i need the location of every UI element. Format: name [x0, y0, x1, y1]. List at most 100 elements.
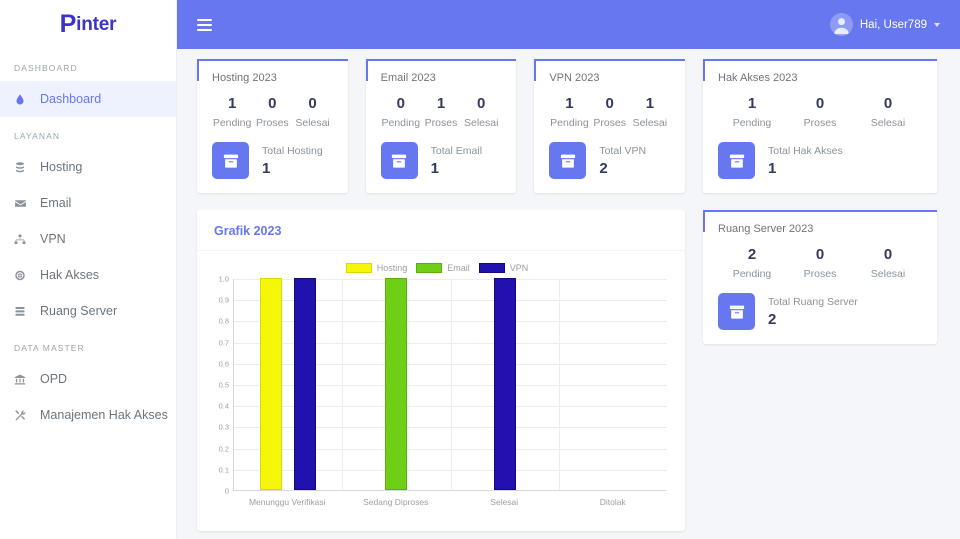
chart-plot [233, 278, 667, 491]
chart-category-group [559, 279, 667, 490]
archive-box-icon [718, 293, 755, 330]
stat-card-title: VPN 2023 [549, 72, 600, 84]
tools-icon [14, 409, 40, 422]
status-count-value: 1 [645, 95, 655, 112]
user-avatar-icon [829, 13, 853, 36]
status-cell: 1 Selesai [630, 94, 670, 129]
status-count-value: 0 [815, 95, 825, 112]
stat-card-title: Email 2023 [380, 72, 436, 84]
sidebar-item-hak-akses[interactable]: Hak Akses [0, 257, 176, 293]
dashboard-grid: Hosting 2023 1 Pending 0 Proses 0 Selesai Total… [197, 59, 940, 531]
total-text: Total Email 1 [431, 145, 482, 177]
sidebar-item-label: OPD [40, 372, 68, 386]
chart-category-group [451, 278, 559, 490]
stat-card-inner: VPN 2023 1 Pending 0 Proses 1 Selesai Total VPN… [534, 59, 685, 193]
sidebar: Pinter DASHBOARD Dashboard LAYANAN Hosting E… [0, 0, 177, 539]
chart-y-tick-label: 0.9 [218, 295, 229, 305]
sidebar-item-label: Hak Akses [40, 268, 100, 282]
status-cell: 1 Pending [718, 94, 786, 129]
status-count-value: 0 [477, 95, 486, 112]
chart-y-tick-label: 0.5 [218, 380, 229, 390]
total-label: Total Email [430, 144, 483, 157]
status-cell: 0 Proses [786, 245, 854, 280]
status-cell: 0 Proses [252, 94, 292, 129]
total-value: 2 [768, 310, 777, 328]
status-count-value: 0 [883, 246, 893, 263]
total-row: Total Email 1 [380, 142, 502, 179]
chart-legend-item[interactable]: Hosting [345, 263, 407, 273]
chart-bar[interactable] [493, 278, 516, 490]
server-icon [14, 305, 40, 318]
chart-y-tick-label: 0.7 [218, 338, 229, 348]
sidebar-item-hosting[interactable]: Hosting [0, 149, 176, 185]
status-counts: 1 Pending 0 Proses 0 Selesai [212, 94, 333, 129]
envelope-icon [14, 197, 40, 210]
chart-legend-item[interactable]: Email [416, 263, 470, 273]
status-count-label: Selesai [870, 117, 906, 129]
chart-bar[interactable] [260, 278, 283, 490]
stat-card-slot: Hosting 2023 1 Pending 0 Proses 0 Selesai Total… [197, 59, 348, 193]
status-counts: 0 Pending 1 Proses 0 Selesai [381, 94, 502, 129]
globe-badge-icon [14, 269, 40, 282]
sidebar-item-email[interactable]: Email [0, 185, 176, 221]
side-column: Hak Akses 2023 1 Pending 0 Proses 0 Selesai Tot… [703, 59, 937, 531]
stat-card-title: Ruang Server 2023 [718, 223, 814, 235]
total-row: Total Hosting 1 [212, 142, 333, 179]
archive-box-icon [549, 142, 587, 179]
chart-title: Grafik 2023 [214, 224, 282, 238]
status-cell: 0 Proses [590, 94, 630, 129]
status-count-label: Selesai [295, 117, 330, 129]
hamburger-bar [197, 23, 212, 26]
sidebar-section-heading: LAYANAN [14, 131, 61, 141]
status-count-label: Proses [255, 117, 289, 129]
chart-bar[interactable] [294, 278, 317, 490]
status-count-label: Proses [803, 117, 837, 129]
status-count-label: Pending [381, 117, 421, 129]
total-label: Total Hak Akses [768, 144, 843, 157]
status-cell: 0 Proses [786, 94, 854, 129]
hamburger-icon[interactable] [197, 18, 212, 31]
stat-card-slot: Email 2023 0 Pending 1 Proses 0 Selesai Total E… [365, 59, 517, 193]
status-count-label: Pending [732, 268, 772, 280]
chart-bar[interactable] [385, 278, 408, 490]
sitemap-icon [14, 233, 40, 246]
status-cell: 1 Pending [212, 94, 252, 129]
chart-plot-area: 1.0 0.9 0.8 0.7 0.6 0.5 0.4 0.3 0.2 0.1 0 [207, 275, 667, 496]
status-cell: 2 Pending [718, 245, 786, 280]
sidebar-item-dashboard[interactable]: Dashboard [0, 81, 176, 117]
sidebar-nav: DASHBOARD Dashboard LAYANAN Hosting Email VPN… [0, 49, 176, 433]
top-stat-cards: Hosting 2023 1 Pending 0 Proses 0 Selesai Total… [197, 59, 686, 193]
stat-card-inner: Email 2023 0 Pending 1 Proses 0 Selesai Total E… [366, 59, 517, 193]
status-cell: 0 Selesai [461, 94, 501, 129]
total-value: 1 [262, 159, 271, 177]
sidebar-item-manajemen-hak-akses[interactable]: Manajemen Hak Akses [0, 397, 176, 433]
chart-y-tick-label: 0.2 [218, 444, 229, 454]
chevron-down-icon[interactable] [934, 22, 940, 27]
chart-y-tick-label: 0.8 [218, 316, 229, 326]
sidebar-item-ruang-server[interactable]: Ruang Server [0, 293, 176, 329]
chart-x-tick-label: Selesai [490, 497, 519, 507]
stat-card: Email 2023 0 Pending 1 Proses 0 Selesai Total E… [365, 59, 517, 193]
sidebar-item-opd[interactable]: OPD [0, 361, 176, 397]
status-count-label: Pending [550, 117, 589, 129]
stat-card-inner: Hosting 2023 1 Pending 0 Proses 0 Selesai Total… [197, 59, 348, 193]
stat-card-title: Hak Akses 2023 [718, 72, 798, 84]
water-drop-icon [14, 93, 40, 106]
user-menu[interactable]: Hai, User789 [829, 13, 940, 36]
status-counts: 1 Pending 0 Proses 1 Selesai [549, 94, 670, 129]
user-greeting: Hai, User789 [859, 18, 927, 31]
chart-body: Hosting Email VPN 1.0 0.9 0.8 0.7 0.6 0.5 0.4 0.3… [197, 251, 685, 531]
hamburger-bar [197, 18, 212, 21]
chart-legend-item[interactable]: VPN [478, 263, 528, 273]
sidebar-item-label: Manajemen Hak Akses [40, 408, 168, 422]
total-value: 2 [599, 159, 608, 177]
brand-logo[interactable]: Pinter [0, 0, 176, 49]
brand-logo-text: Pinter [60, 11, 117, 36]
stat-card-slot: VPN 2023 1 Pending 0 Proses 1 Selesai Total VPN… [534, 59, 686, 193]
status-count-value: 1 [227, 95, 237, 112]
sidebar-item-vpn[interactable]: VPN [0, 221, 176, 257]
status-count-value: 0 [268, 95, 277, 112]
status-count-value: 1 [565, 95, 574, 112]
topbar: Hai, User789 [177, 0, 960, 49]
sidebar-item-label: VPN [40, 232, 66, 246]
